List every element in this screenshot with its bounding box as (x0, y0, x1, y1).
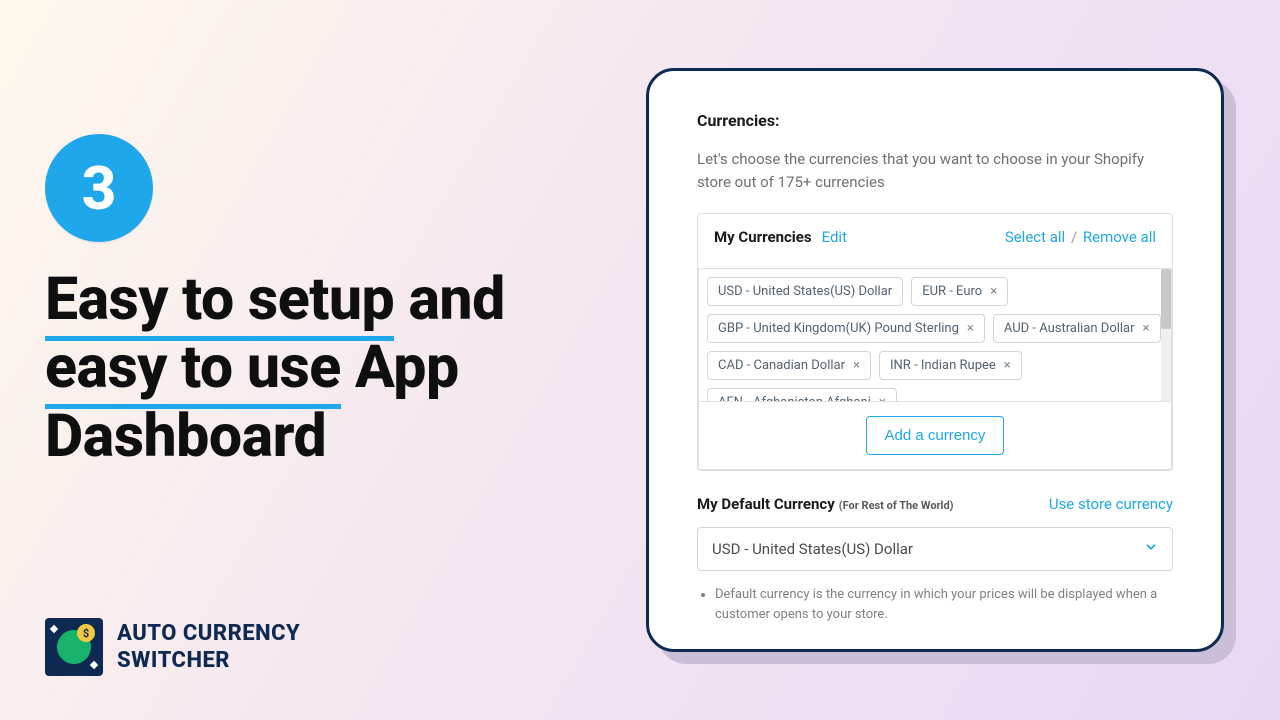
remove-chip-icon[interactable]: × (853, 359, 860, 372)
remove-chip-icon[interactable]: × (1004, 359, 1011, 372)
step-number-badge: 3 (45, 134, 153, 242)
scrollbar-track[interactable] (1161, 269, 1171, 401)
default-currency-title: My Default Currency (697, 495, 835, 513)
brand-logo-icon: $ (45, 618, 103, 676)
remove-chip-icon[interactable]: × (990, 285, 997, 298)
currencies-section-desc: Let's choose the currencies that you wan… (697, 148, 1173, 193)
default-currency-subtitle: (For Rest of The World) (839, 499, 954, 512)
currency-chip[interactable]: GBP - United Kingdom(UK) Pound Sterling × (707, 314, 985, 343)
currency-chip-label: AFN - Afghanistan Afghani (718, 395, 871, 402)
currency-chip[interactable]: EUR - Euro × (911, 277, 1008, 306)
currency-chip-label: GBP - United Kingdom(UK) Pound Sterling (718, 321, 959, 336)
remove-chip-icon[interactable]: × (1143, 322, 1150, 335)
headline-part-5: Dashboard (45, 402, 326, 471)
currency-chip-list: USD - United States(US) Dollar EUR - Euro… (698, 268, 1172, 402)
brand-name: AUTO CURRENCY SWITCHER (117, 620, 300, 675)
link-separator: / (1071, 228, 1077, 246)
remove-chip-icon[interactable]: × (967, 322, 974, 335)
select-all-link[interactable]: Select all (1005, 228, 1065, 246)
add-currency-button[interactable]: Add a currency (866, 416, 1005, 455)
headline-part-3: easy to use (45, 333, 341, 409)
currency-chip-label: EUR - Euro (922, 284, 982, 299)
headline: Easy to setup and easy to use App Dashbo… (45, 266, 565, 471)
currency-chip-label: AUD - Australian Dollar (1004, 321, 1135, 336)
currency-chip-label: USD - United States(US) Dollar (718, 284, 892, 299)
currency-chip[interactable]: INR - Indian Rupee × (879, 351, 1022, 380)
settings-panel: Currencies: Let's choose the currencies … (646, 68, 1224, 652)
remove-all-link[interactable]: Remove all (1083, 228, 1156, 246)
default-currency-value: USD - United States(US) Dollar (712, 540, 913, 558)
currency-chip[interactable]: USD - United States(US) Dollar (707, 277, 903, 306)
headline-part-2: and (408, 265, 504, 334)
currency-chip[interactable]: AUD - Australian Dollar × (993, 314, 1161, 343)
currency-chip[interactable]: CAD - Canadian Dollar × (707, 351, 871, 380)
currencies-section-title: Currencies: (697, 111, 1173, 130)
default-currency-select[interactable]: USD - United States(US) Dollar (697, 527, 1173, 571)
remove-chip-icon[interactable]: × (879, 396, 886, 402)
currency-chip-label: INR - Indian Rupee (890, 358, 996, 373)
brand-row: $ AUTO CURRENCY SWITCHER (45, 618, 300, 676)
use-store-currency-link[interactable]: Use store currency (1049, 495, 1173, 513)
headline-part-4: App (355, 333, 459, 402)
currency-chip[interactable]: AFN - Afghanistan Afghani × (707, 388, 897, 402)
chevron-down-icon (1144, 540, 1158, 558)
currencies-card: My Currencies Edit Select all / Remove a… (697, 213, 1173, 471)
currency-chip-label: CAD - Canadian Dollar (718, 358, 845, 373)
edit-currencies-link[interactable]: Edit (822, 228, 847, 246)
headline-part-1: Easy to setup (45, 265, 394, 341)
default-currency-note: Default currency is the currency in whic… (715, 585, 1173, 625)
scrollbar-thumb[interactable] (1161, 269, 1171, 329)
my-currencies-title: My Currencies (714, 228, 812, 246)
